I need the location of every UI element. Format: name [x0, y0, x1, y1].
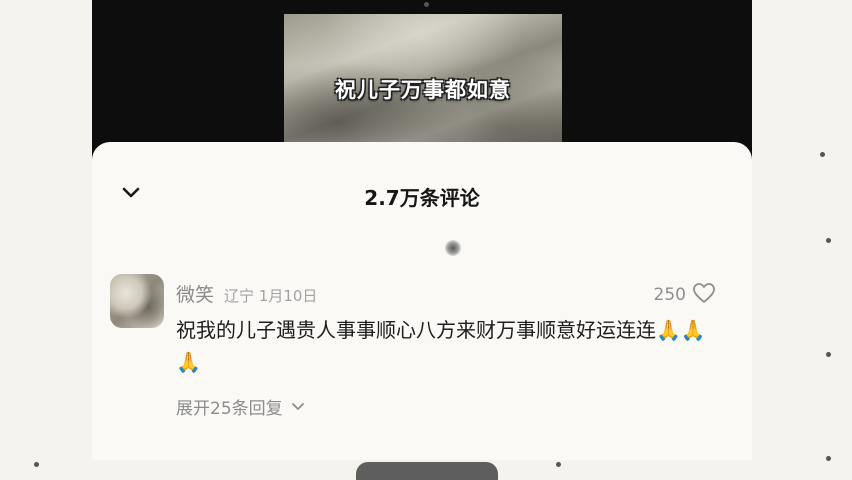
frame-dot [424, 2, 429, 7]
chevron-down-icon [291, 397, 305, 417]
frame-dot [826, 352, 831, 357]
video-player[interactable]: 祝儿子万事都如意 [284, 14, 562, 142]
frame-dot [820, 152, 825, 157]
pointer-cursor-icon [445, 240, 461, 256]
frame-dot [34, 462, 39, 467]
avatar[interactable] [110, 274, 164, 328]
comments-header: 2.7万条评论 [92, 180, 752, 210]
like-button[interactable]: 250 [654, 282, 716, 308]
frame-dot [826, 238, 831, 243]
frame-dot [826, 456, 831, 461]
frame-dot [556, 462, 561, 467]
like-count: 250 [653, 285, 686, 305]
expand-replies-button[interactable]: 展开25条回复 [176, 394, 305, 419]
comment-location-date: 辽宁 1月10日 [224, 287, 318, 305]
bottom-handle [356, 462, 498, 480]
screen: 祝儿子万事都如意 2.7万条评论 微笑 辽宁 1月10日 250 祝我的儿子遇贵… [0, 0, 852, 480]
comments-count-title: 2.7万条评论 [364, 186, 480, 210]
heart-outline-icon [692, 282, 716, 308]
comments-sheet: 2.7万条评论 微笑 辽宁 1月10日 250 祝我的儿子遇贵人事事顺心八方来财… [92, 142, 752, 480]
expand-replies-label: 展开25条回复 [176, 399, 283, 419]
comment-username[interactable]: 微笑 [176, 280, 214, 307]
comment-meta-row: 微笑 辽宁 1月10日 [176, 280, 317, 306]
comment-item: 微笑 辽宁 1月10日 250 祝我的儿子遇贵人事事顺心八方来财万事顺意好运连连… [110, 274, 730, 434]
video-caption: 祝儿子万事都如意 [335, 78, 511, 102]
comment-text: 祝我的儿子遇贵人事事顺心八方来财万事顺意好运连连🙏🙏🙏 [176, 318, 706, 374]
